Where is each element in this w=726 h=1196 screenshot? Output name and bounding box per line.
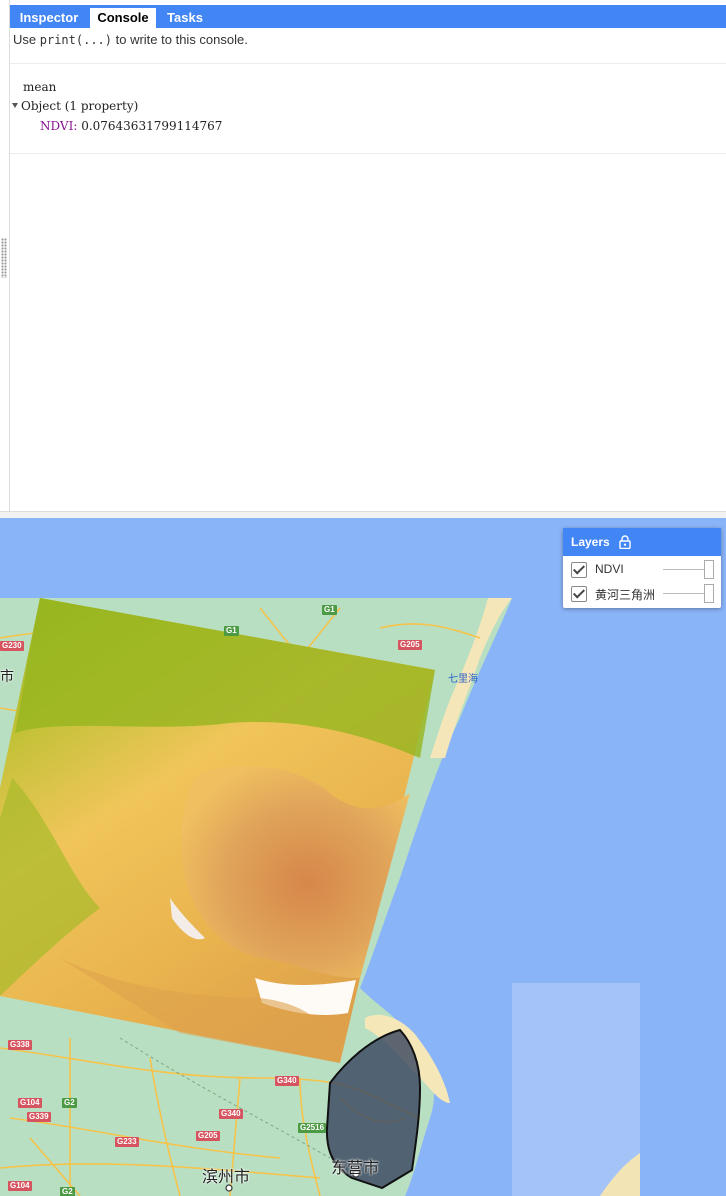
secondary-image-tile (512, 983, 640, 1196)
output-name: mean (23, 80, 57, 94)
hint-suffix: to write to this console. (115, 32, 248, 47)
console-panel: Inspector Console Tasks Use print(...) t… (0, 0, 726, 512)
layers-title: Layers (571, 535, 610, 549)
property-row: NDVI: 0.07643631799114767 (40, 119, 222, 133)
opacity-slider-handle[interactable] (704, 584, 714, 603)
road-shield: G205 (398, 640, 422, 650)
road-shield: G104 (18, 1098, 42, 1108)
road-shield: G340 (219, 1109, 243, 1119)
hint-code: print(...) (39, 33, 112, 47)
property-value: 0.07643631799114767 (81, 119, 223, 133)
road-shield: G2 (60, 1187, 75, 1196)
road-shield: G339 (27, 1112, 51, 1122)
opacity-slider-delta[interactable] (663, 593, 709, 594)
object-row[interactable]: Object (1 property) (12, 99, 138, 113)
map-canvas[interactable] (0, 518, 726, 1196)
road-shield: G230 (0, 641, 24, 651)
tab-console[interactable]: Console (90, 8, 156, 28)
opacity-slider-ndvi[interactable] (663, 569, 709, 570)
road-shield: G2516 (298, 1123, 327, 1133)
map-view[interactable]: G230 G1 G1 G205 G338 G104 G2 G339 G340 G… (0, 518, 726, 1196)
resize-grip-icon[interactable] (1, 238, 7, 278)
left-panel-edge (0, 0, 10, 512)
city-label-binzhou: 滨州市 (202, 1167, 251, 1186)
tab-bar: Inspector Console Tasks (10, 5, 726, 28)
road-shield: G233 (115, 1137, 139, 1147)
layer-row-ndvi: NDVI (563, 559, 721, 581)
hint-prefix: Use (13, 32, 37, 47)
console-hint: Use print(...) to write to this console. (13, 32, 248, 47)
lock-icon[interactable] (619, 535, 631, 549)
layer-row-delta: 黄河三角洲 (563, 583, 721, 605)
city-label-fragment: 市 (0, 669, 14, 685)
layer-checkbox-delta[interactable] (571, 586, 587, 602)
object-summary: Object (1 property) (21, 99, 139, 113)
road-shield: G340 (275, 1076, 299, 1086)
road-shield: G2 (62, 1098, 77, 1108)
opacity-slider-handle[interactable] (704, 560, 714, 579)
layers-header: Layers (563, 528, 721, 556)
city-label-dongying: 东营市 (331, 1158, 380, 1177)
layer-checkbox-ndvi[interactable] (571, 562, 587, 578)
layers-panel: Layers NDVI 黄河三角洲 (563, 528, 721, 608)
property-key: NDVI: (40, 119, 78, 133)
sea-area-label: 七里海 (448, 674, 478, 685)
road-shield: G1 (224, 626, 239, 636)
expand-triangle-icon[interactable] (12, 103, 18, 108)
layer-name-delta: 黄河三角洲 (595, 588, 656, 602)
road-shield: G205 (196, 1131, 220, 1141)
tab-tasks[interactable]: Tasks (158, 8, 212, 28)
road-shield: G338 (8, 1040, 32, 1050)
console-divider (10, 63, 726, 64)
layer-name-ndvi: NDVI (595, 562, 624, 576)
tab-inspector[interactable]: Inspector (10, 8, 88, 28)
output-divider (10, 153, 726, 154)
road-shield: G1 (322, 605, 337, 615)
road-shield: G104 (8, 1181, 32, 1191)
